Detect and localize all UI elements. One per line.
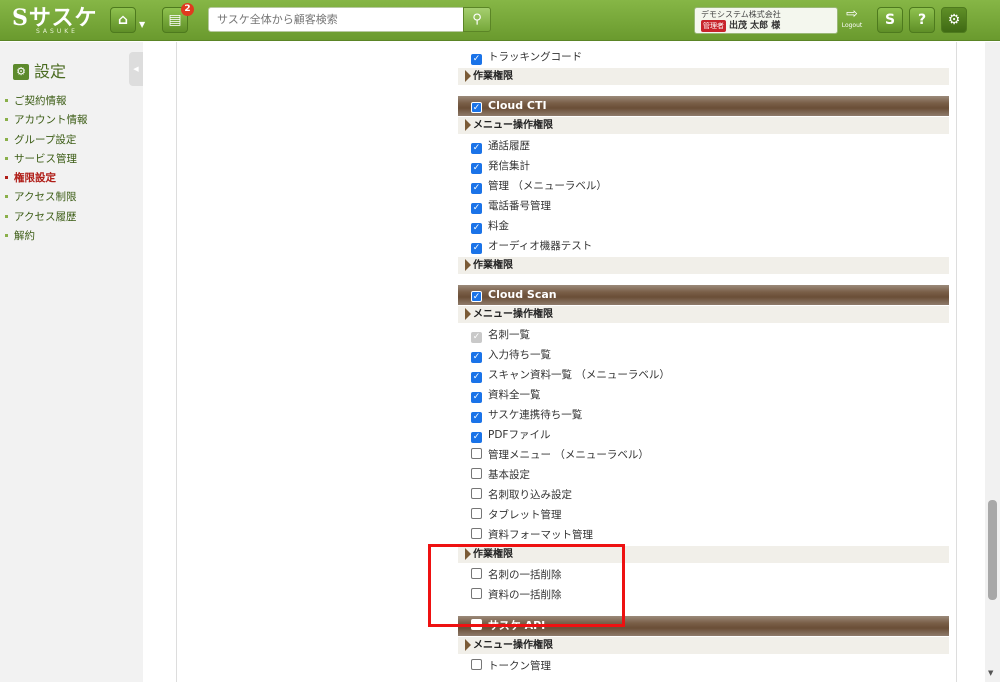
checkbox[interactable]: ✓ — [471, 203, 482, 214]
permission-row[interactable]: 資料フォーマット管理 — [458, 525, 949, 545]
checkbox[interactable] — [471, 619, 482, 630]
customer-search-input[interactable] — [208, 7, 464, 32]
scroll-down-icon[interactable]: ▼ — [988, 669, 993, 677]
work-permission-header: 作業権限 — [458, 257, 949, 274]
checkbox[interactable]: ✓ — [471, 352, 482, 363]
notification-badge: 2 — [181, 3, 194, 16]
user-name: 出茂 太郎 様 — [729, 21, 781, 31]
permissions-panel: ✓ トラッキングコード 作業権限 ✓ Cloud CTI メニュー操作権限 ✓ 通話履… — [458, 42, 949, 676]
permission-row[interactable]: ✓ 通話履歴 — [458, 136, 949, 156]
checkbox[interactable] — [471, 528, 482, 539]
checkbox[interactable]: ✓ — [471, 372, 482, 383]
sasuke-menu-button[interactable]: S — [877, 7, 903, 33]
gear-icon: ⚙ — [947, 12, 961, 28]
checkbox[interactable]: ✓ — [471, 163, 482, 174]
work-permission-header: 作業権限 — [458, 68, 949, 85]
sidebar-item-contract[interactable]: ご契約情報 — [5, 92, 88, 111]
logout-label: Logout — [841, 22, 863, 29]
message-icon: ▤ — [168, 12, 182, 28]
sidebar-item-access-restriction[interactable]: アクセス制限 — [5, 188, 88, 207]
permission-row[interactable]: ✓ 資料全一覧 — [458, 385, 949, 405]
sidebar-collapse-button[interactable]: ◀ — [129, 52, 143, 86]
checkbox[interactable]: ✓ — [471, 54, 482, 65]
section-header-cloud-scan[interactable]: ✓ Cloud Scan — [458, 285, 949, 305]
sidebar-item-permissions[interactable]: 権限設定 — [5, 169, 88, 188]
checkbox: ✓ — [471, 332, 482, 343]
permission-row[interactable]: ✓ 料金 — [458, 216, 949, 236]
search-button[interactable]: ⚲ — [463, 7, 491, 32]
company-name: デモシステム株式会社 — [701, 10, 781, 19]
help-button[interactable]: ? — [909, 7, 935, 33]
sidebar-item-group[interactable]: グループ設定 — [5, 131, 88, 150]
app-header: Sサスケ SASUKE ⌂ ▼ ▤ 2 ⚲ デモシステム株式会社 管理者出茂 太… — [0, 0, 1000, 41]
permission-row[interactable]: トークン管理 — [458, 656, 949, 676]
permission-row[interactable]: 名刺取り込み設定 — [458, 485, 949, 505]
permission-row[interactable]: タブレット管理 — [458, 505, 949, 525]
menu-permission-header: メニュー操作権限 — [458, 637, 949, 654]
permission-row[interactable]: ✓ PDFファイル — [458, 425, 949, 445]
menu-permission-header: メニュー操作権限 — [458, 117, 949, 134]
chevron-down-icon[interactable]: ▼ — [139, 20, 145, 29]
sidebar-item-account[interactable]: アカウント情報 — [5, 111, 88, 130]
permission-row[interactable]: ✓ サスケ連携待ち一覧 — [458, 405, 949, 425]
permission-row[interactable]: 基本設定 — [458, 465, 949, 485]
permission-row[interactable]: ✓ スキャン資料一覧 （メニューラベル） — [458, 365, 949, 385]
checkbox[interactable]: ✓ — [471, 223, 482, 234]
checkbox[interactable]: ✓ — [471, 291, 482, 302]
checkbox[interactable]: ✓ — [471, 102, 482, 113]
permission-row[interactable]: 名刺の一括削除 — [458, 565, 949, 585]
permission-row[interactable]: ✓ 管理 （メニューラベル） — [458, 176, 949, 196]
checkbox[interactable]: ✓ — [471, 183, 482, 194]
home-button[interactable]: ⌂ — [110, 7, 136, 33]
checkbox[interactable]: ✓ — [471, 143, 482, 154]
sidebar-item-access-history[interactable]: アクセス履歴 — [5, 208, 88, 227]
work-permission-header: 作業権限 — [458, 546, 949, 563]
home-icon: ⌂ — [117, 12, 129, 28]
checkbox[interactable] — [471, 448, 482, 459]
logout-icon: ⇨ — [846, 6, 858, 22]
menu-permission-header: メニュー操作権限 — [458, 306, 949, 323]
checkbox[interactable]: ✓ — [471, 412, 482, 423]
permission-row[interactable]: ✓ 入力待ち一覧 — [458, 345, 949, 365]
permission-row[interactable]: ✓ 発信集計 — [458, 156, 949, 176]
sidebar-item-cancel[interactable]: 解約 — [5, 227, 88, 246]
sidebar: ⚙ 設定 ◀ ご契約情報 アカウント情報 グループ設定 サービス管理 権限設定 ア… — [0, 42, 143, 682]
permission-row: ✓ 名刺一覧 — [471, 329, 530, 343]
section-header-sasuke-api[interactable]: サスケ API — [458, 616, 949, 636]
settings-button[interactable]: ⚙ — [941, 7, 967, 33]
permission-row[interactable]: ✓ オーディオ機器テスト — [458, 236, 949, 256]
checkbox[interactable] — [471, 508, 482, 519]
gear-icon: ⚙ — [13, 64, 29, 80]
role-badge: 管理者 — [701, 20, 726, 32]
section-header-cloud-cti[interactable]: ✓ Cloud CTI — [458, 96, 949, 116]
permission-row[interactable]: 資料の一括削除 — [458, 585, 949, 605]
main-content: ✓ トラッキングコード 作業権限 ✓ Cloud CTI メニュー操作権限 ✓ 通話履… — [176, 42, 957, 682]
checkbox[interactable] — [471, 468, 482, 479]
checkbox[interactable] — [471, 659, 482, 670]
checkbox[interactable] — [471, 588, 482, 599]
sidebar-item-service[interactable]: サービス管理 — [5, 150, 88, 169]
logout-button[interactable]: ⇨ Logout — [840, 7, 864, 34]
sidebar-menu: ご契約情報 アカウント情報 グループ設定 サービス管理 権限設定 アクセス制限 … — [5, 92, 88, 246]
search-icon: ⚲ — [472, 12, 482, 27]
checkbox[interactable] — [471, 488, 482, 499]
user-info[interactable]: デモシステム株式会社 管理者 出茂 太郎 様 — [694, 7, 838, 34]
permission-row[interactable]: ✓ 電話番号管理 — [458, 196, 949, 216]
logo-subtitle: SASUKE — [36, 28, 78, 35]
scrollbar[interactable]: ▼ — [985, 42, 1000, 682]
permission-row[interactable]: ✓ トラッキングコード — [458, 47, 949, 67]
sasuke-icon: S — [884, 12, 896, 28]
help-icon: ? — [917, 12, 927, 28]
checkbox[interactable]: ✓ — [471, 432, 482, 443]
permission-row[interactable]: 管理メニュー （メニューラベル） — [458, 445, 949, 465]
checkbox[interactable] — [471, 568, 482, 579]
checkbox[interactable]: ✓ — [471, 243, 482, 254]
scrollbar-thumb[interactable] — [988, 500, 997, 600]
sidebar-title: ⚙ 設定 — [13, 58, 66, 82]
checkbox[interactable]: ✓ — [471, 392, 482, 403]
